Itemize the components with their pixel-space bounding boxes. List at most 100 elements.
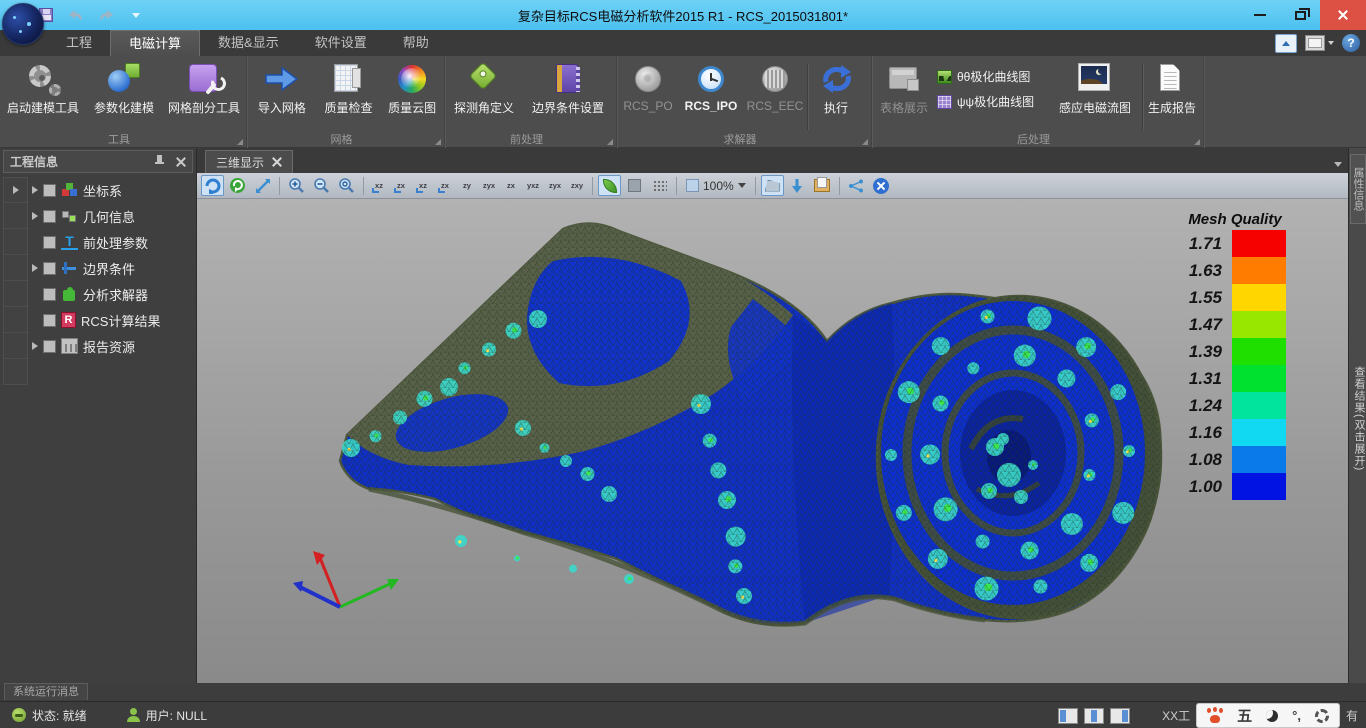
- expander-icon[interactable]: [32, 212, 38, 220]
- zoom-level-select[interactable]: 100%: [682, 179, 750, 193]
- tab-help[interactable]: 帮助: [385, 30, 447, 56]
- expander-icon[interactable]: [32, 186, 38, 194]
- launch-modeling-tool-button[interactable]: 启动建模工具: [0, 58, 86, 130]
- chevron-down-icon[interactable]: [1334, 162, 1342, 167]
- gutter-cell[interactable]: [3, 229, 28, 255]
- clip-plane-button[interactable]: [761, 175, 784, 196]
- rcs-ipo-button[interactable]: RCS_IPO: [679, 58, 743, 130]
- parametric-modeling-button[interactable]: 参数化建模: [86, 58, 162, 130]
- rotate-view-button[interactable]: [201, 175, 224, 196]
- view-xz-button[interactable]: xz: [369, 175, 389, 196]
- checkbox[interactable]: [43, 314, 56, 327]
- refresh-view-button[interactable]: [226, 175, 249, 196]
- zoom-in-button[interactable]: [285, 175, 308, 196]
- viewport-3d[interactable]: Mesh Quality 1.71 1.63 1.55 1.47 1.39 1.…: [197, 199, 1348, 683]
- share-button[interactable]: [845, 175, 868, 196]
- close-icon[interactable]: [272, 157, 282, 167]
- app-logo-icon[interactable]: [2, 3, 44, 45]
- checkbox[interactable]: [43, 236, 56, 249]
- ime-logo-icon[interactable]: [1207, 708, 1223, 723]
- ime-input-mode-button[interactable]: 五: [1237, 705, 1252, 726]
- checkbox[interactable]: [43, 210, 56, 223]
- property-info-tab[interactable]: 属性信息: [1350, 154, 1366, 224]
- ime-settings-icon[interactable]: [1315, 709, 1329, 723]
- view-iso3-button[interactable]: yxz: [523, 175, 543, 196]
- tree-item-solver[interactable]: 分析求解器: [28, 281, 196, 307]
- gutter-cell[interactable]: [3, 333, 28, 359]
- export-down-button[interactable]: [786, 175, 809, 196]
- tree-item-coordinate-system[interactable]: 坐标系: [28, 177, 196, 203]
- meshing-tool-button[interactable]: 网格剖分工具: [162, 58, 246, 130]
- rcs-po-button[interactable]: RCS_PO: [617, 58, 679, 130]
- rcs-eec-button[interactable]: RCS_EEC: [743, 58, 807, 130]
- tab-data-display[interactable]: 数据&显示: [200, 30, 297, 56]
- ribbon-collapse-button[interactable]: [1275, 34, 1297, 53]
- zoom-fit-button[interactable]: [335, 175, 358, 196]
- points-display-button[interactable]: [648, 175, 671, 196]
- theta-polar-chart-button[interactable]: θθ极化曲线图: [936, 68, 1048, 85]
- tree-item-rcs-results[interactable]: R RCS计算结果: [28, 307, 196, 333]
- view-iso2-button[interactable]: zx: [501, 175, 521, 196]
- checkbox[interactable]: [43, 340, 56, 353]
- psi-polar-chart-button[interactable]: ψψ极化曲线图: [936, 93, 1048, 110]
- view-zx2-button[interactable]: zx: [435, 175, 455, 196]
- gutter-cell[interactable]: [3, 359, 28, 385]
- checkbox[interactable]: [43, 184, 56, 197]
- view-iso1-button[interactable]: zyx: [479, 175, 499, 196]
- close-icon[interactable]: [176, 157, 186, 167]
- pin-icon[interactable]: [155, 155, 164, 168]
- probe-angle-button[interactable]: 探测角定义: [445, 58, 523, 130]
- layout-right-panel-button[interactable]: [1110, 708, 1130, 724]
- execute-button[interactable]: 执行: [808, 58, 864, 130]
- close-button[interactable]: [1320, 0, 1366, 30]
- legend-swatch: [1232, 365, 1286, 392]
- restore-button[interactable]: [1280, 0, 1320, 30]
- induced-current-map-button[interactable]: 感应电磁流图: [1048, 58, 1142, 130]
- help-button[interactable]: [1342, 34, 1360, 52]
- gutter-cell[interactable]: [3, 281, 28, 307]
- gutter-cell[interactable]: [3, 255, 28, 281]
- tree-item-preprocess-params[interactable]: T 前处理参数: [28, 229, 196, 255]
- layout-left-panel-button[interactable]: [1058, 708, 1078, 724]
- gutter-cell[interactable]: [3, 307, 28, 333]
- legend-row: 1.55: [1170, 284, 1300, 311]
- layout-middle-panel-button[interactable]: [1084, 708, 1104, 724]
- group-corner-icon: [237, 139, 243, 145]
- close-view-button[interactable]: [870, 175, 893, 196]
- view-zy-button[interactable]: zy: [457, 175, 477, 196]
- ime-punctuation-button[interactable]: °,: [1292, 708, 1301, 723]
- tab-project[interactable]: 工程: [48, 30, 110, 56]
- boundary-settings-button[interactable]: 边界条件设置: [523, 58, 613, 130]
- snapshot-folder-button[interactable]: [811, 175, 834, 196]
- expander-icon[interactable]: [32, 264, 38, 272]
- pan-zoom-button[interactable]: [251, 175, 274, 196]
- minimize-button[interactable]: [1240, 0, 1280, 30]
- quality-check-button[interactable]: 质量检查: [317, 58, 381, 130]
- checkbox[interactable]: [43, 288, 56, 301]
- gutter-cell[interactable]: [3, 177, 28, 203]
- table-display-button[interactable]: 表格展示: [872, 58, 936, 130]
- ime-fullwidth-icon[interactable]: [1266, 710, 1278, 722]
- flat-shading-button[interactable]: [623, 175, 646, 196]
- view-xz2-button[interactable]: xz: [413, 175, 433, 196]
- view-iso5-button[interactable]: zxy: [567, 175, 587, 196]
- smooth-shading-button[interactable]: [598, 175, 621, 196]
- checkbox[interactable]: [43, 262, 56, 275]
- view-zx-button[interactable]: zx: [391, 175, 411, 196]
- display-options-button[interactable]: [1305, 35, 1334, 51]
- system-messages-tab[interactable]: 系统运行消息: [4, 683, 88, 700]
- tree-item-boundary-conditions[interactable]: 边界条件: [28, 255, 196, 281]
- tree-item-report-resources[interactable]: 报告资源: [28, 333, 196, 359]
- view-iso4-button[interactable]: zyx: [545, 175, 565, 196]
- tab-3d-display[interactable]: 三维显示: [205, 150, 293, 173]
- expander-icon[interactable]: [32, 342, 38, 350]
- gutter-cell[interactable]: [3, 203, 28, 229]
- import-mesh-button[interactable]: 导入网格: [247, 58, 317, 130]
- view-results-note[interactable]: 查看结果(双击展开): [1351, 366, 1366, 471]
- zoom-out-button[interactable]: [310, 175, 333, 196]
- quality-cloudmap-button[interactable]: 质量云图: [380, 58, 444, 130]
- tree-item-geometry-info[interactable]: 几何信息: [28, 203, 196, 229]
- generate-report-button[interactable]: 生成报告: [1143, 58, 1201, 130]
- tab-software-settings[interactable]: 软件设置: [297, 30, 385, 56]
- tab-em-computation[interactable]: 电磁计算: [110, 30, 200, 56]
